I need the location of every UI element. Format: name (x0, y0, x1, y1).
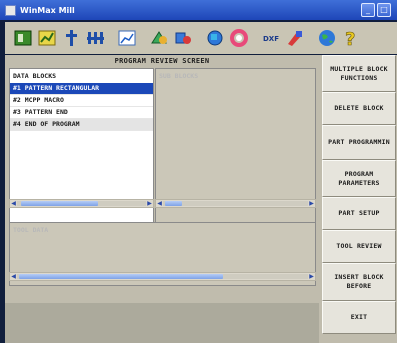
data-block-row-4[interactable]: #4 END OF PROGRAM (10, 119, 153, 131)
sub-blocks-header: SUB BLOCKS (159, 72, 199, 80)
sub-blocks-list: SUB BLOCKS (155, 68, 316, 248)
tool-data-scrollbar[interactable]: ◀ ▶ (9, 272, 316, 281)
lifesaver-icon[interactable] (228, 27, 250, 49)
tool-set-icon[interactable] (284, 27, 306, 49)
scroll-right-icon[interactable]: ▶ (308, 200, 315, 207)
scroll-right-icon[interactable]: ▶ (146, 200, 153, 207)
maximize-button[interactable]: □ (377, 3, 391, 17)
dxf-icon[interactable]: DXF (260, 27, 282, 49)
svg-text:DXF: DXF (263, 35, 279, 43)
svg-text:?: ? (345, 29, 355, 48)
globe-icon[interactable] (316, 27, 338, 49)
program-parameters-button[interactable]: PROGRAM PARAMETERS (322, 160, 396, 197)
data-block-row-3[interactable]: #3 PATTERN END (10, 107, 153, 119)
globe-cube-icon[interactable] (204, 27, 226, 49)
program-icon[interactable] (12, 27, 34, 49)
minimize-button[interactable]: _ (361, 3, 375, 17)
delete-block-button[interactable]: DELETE BLOCK (322, 92, 396, 125)
app-icon (5, 4, 16, 16)
title-bar: WinMax Mill _ □ (0, 0, 397, 20)
data-block-row-1[interactable]: #1 PATTERN RECTANGULAR (10, 83, 153, 95)
insert-block-before-button[interactable]: INSERT BLOCK BEFORE (322, 263, 396, 301)
multiple-block-functions-button[interactable]: MULTIPLE BLOCK FUNCTIONS (322, 55, 396, 92)
tool-shapes-icon[interactable] (148, 27, 170, 49)
sub-blocks-scrollbar[interactable]: ◀ ▶ (155, 199, 316, 208)
softkey-sidebar: MULTIPLE BLOCK FUNCTIONS DELETE BLOCK PA… (319, 55, 397, 343)
scroll-left-icon[interactable]: ◀ (156, 200, 163, 207)
tool-data-header: TOOL DATA (13, 226, 49, 234)
chart-icon[interactable] (36, 27, 58, 49)
scroll-left-icon[interactable]: ◀ (10, 200, 17, 207)
data-blocks-scrollbar[interactable]: ◀ ▶ (9, 199, 154, 208)
data-block-row-2[interactable]: #2 MCPP MACRO (10, 95, 153, 107)
screen-title: PROGRAM REVIEW SCREEN (114, 57, 210, 65)
program-review-panel: PROGRAM REVIEW SCREEN DATA BLOCKS #1 PAT… (5, 55, 319, 343)
toolbar: DXF ? (5, 22, 397, 54)
spindle-icon[interactable] (60, 27, 82, 49)
scroll-right-icon[interactable]: ▶ (308, 273, 315, 280)
status-area (5, 303, 319, 343)
scroll-left-icon[interactable]: ◀ (10, 273, 17, 280)
winmax-window: WinMax Mill _ □ DXF ? PROGRAM REVIEW SCR… (0, 0, 397, 343)
fixture-icon[interactable] (84, 27, 106, 49)
help-icon[interactable]: ? (340, 27, 362, 49)
part-setup-button[interactable]: PART SETUP (322, 197, 396, 230)
graph-icon[interactable] (116, 27, 138, 49)
data-blocks-header: DATA BLOCKS (13, 72, 57, 80)
exit-button[interactable]: EXIT (322, 301, 396, 334)
data-blocks-list: DATA BLOCKS #1 PATTERN RECTANGULAR #2 MC… (9, 68, 154, 248)
tool-shapes2-icon[interactable] (172, 27, 194, 49)
tool-review-button[interactable]: TOOL REVIEW (322, 230, 396, 263)
part-programming-button[interactable]: PART PROGRAMMIN (322, 125, 396, 160)
window-title: WinMax Mill (20, 5, 75, 15)
